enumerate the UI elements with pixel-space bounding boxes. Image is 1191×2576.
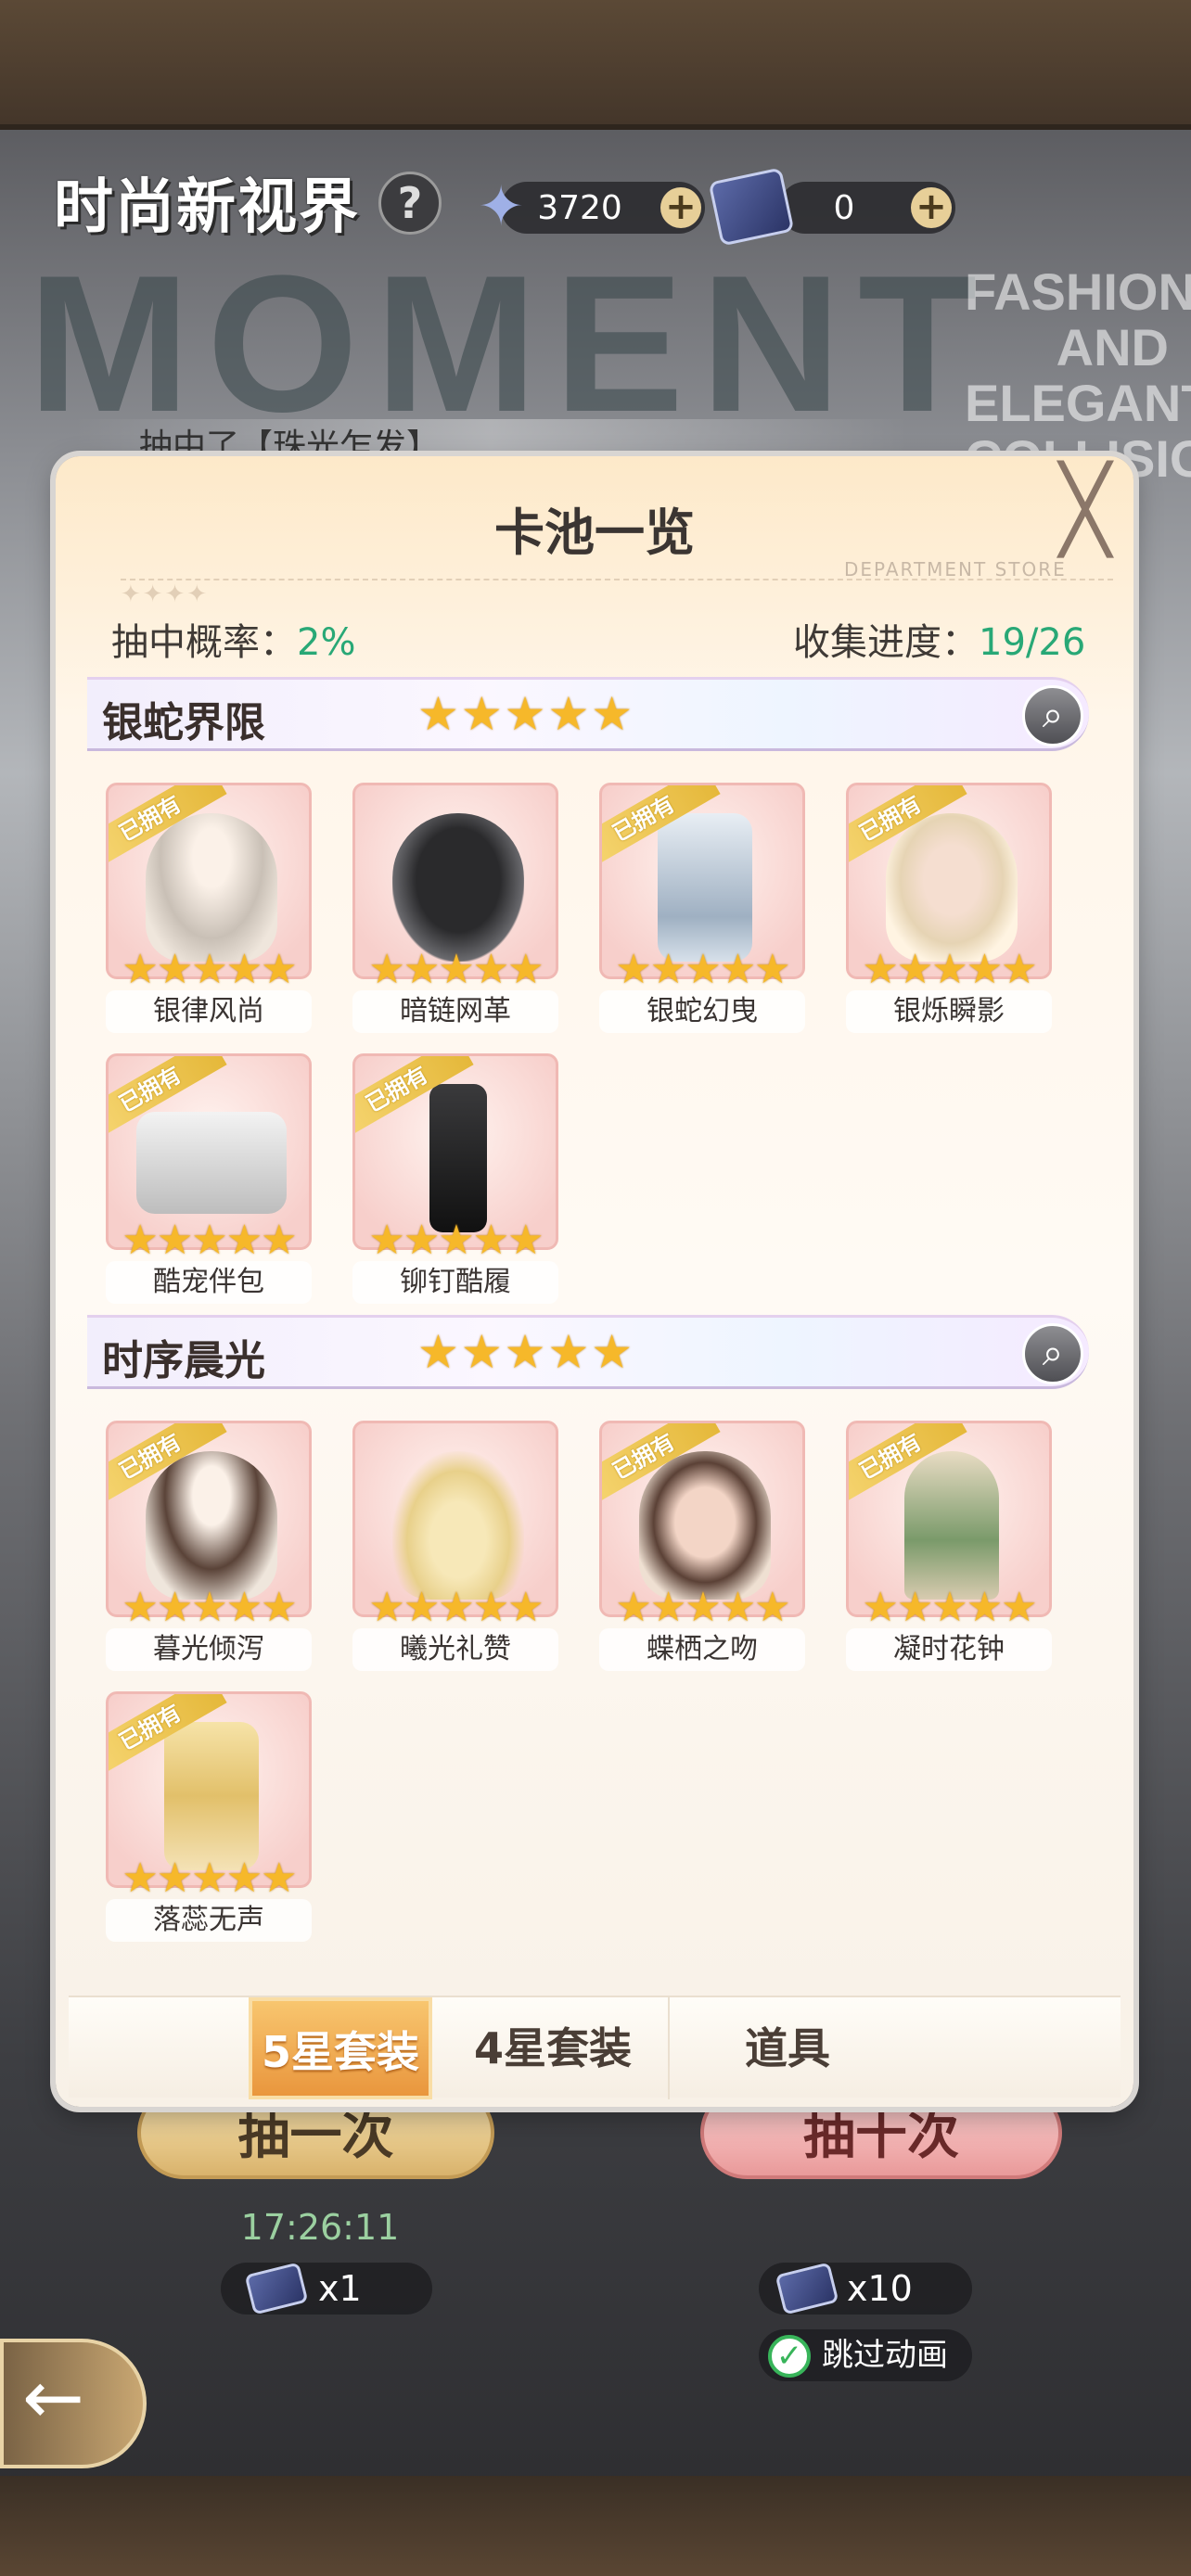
draw-rate: 抽中概率：2% <box>111 612 355 666</box>
jacket-icon <box>392 813 524 962</box>
card-name: 银律风尚 <box>106 990 312 1033</box>
star-icon: ★★★★★ <box>862 946 1037 993</box>
hair-icon <box>146 1451 277 1600</box>
card-item[interactable]: 已拥有 ★★★★★ 凝时花钟 <box>846 1421 1052 1673</box>
modal-subtitle: DEPARTMENT STORE <box>844 558 1067 580</box>
card-name: 曦光礼赞 <box>352 1628 558 1671</box>
star-icon: ★★★★★ <box>417 1325 635 1379</box>
section-title: 时序晨光 <box>102 1337 265 1384</box>
star-icon: ★★★★★ <box>615 946 790 993</box>
progress-label: 收集进度： <box>793 621 979 664</box>
card-item[interactable]: 已拥有 ★★★★★ 蝶栖之吻 <box>599 1421 805 1673</box>
diamond-decoration-icon: ✦✦✦✦ <box>121 580 210 608</box>
card-item[interactable]: ★★★★★ 暗链网革 <box>352 783 558 1035</box>
card-name: 银烁瞬影 <box>846 990 1052 1033</box>
tab-five-star-sets[interactable]: 5星套装 <box>249 1997 432 2099</box>
star-icon: ★★★★★ <box>417 687 635 741</box>
card-item[interactable]: 已拥有 ★★★★★ 银律风尚 <box>106 783 312 1035</box>
card-item[interactable]: 已拥有 ★★★★★ 铆钉酷履 <box>352 1053 558 1306</box>
boots-icon <box>429 1084 487 1232</box>
bottom-band <box>0 2476 1191 2576</box>
cost-once: x1 <box>221 2262 432 2315</box>
collection-progress: 收集进度：19/26 <box>793 612 1085 666</box>
section-title: 银蛇界限 <box>102 699 265 746</box>
card-item[interactable]: 已拥有 ★★★★★ 银蛇幻曳 <box>599 783 805 1035</box>
bg-tagline: FASHION AND ELEGANT COLLISION <box>965 262 1191 487</box>
star-icon: ★★★★★ <box>368 1584 544 1631</box>
star-icon: ★★★★★ <box>368 946 544 993</box>
cost-ten-value: x10 <box>847 2268 913 2309</box>
star-icon: ★★★★★ <box>122 1584 297 1631</box>
section-header: 银蛇界限 ★★★★★ ⌕ <box>87 677 1089 751</box>
card-name: 铆钉酷履 <box>352 1261 558 1304</box>
back-arrow-icon: ← <box>22 2354 85 2441</box>
card-name: 蝶栖之吻 <box>599 1628 805 1671</box>
ticket-count: 0 <box>833 189 855 227</box>
card-item[interactable]: 已拥有 ★★★★★ 银烁瞬影 <box>846 783 1052 1035</box>
card-item[interactable]: 已拥有 ★★★★★ 酷宠伴包 <box>106 1053 312 1306</box>
star-icon: ★★★★★ <box>862 1584 1037 1631</box>
clock-icon <box>904 1451 999 1600</box>
help-button[interactable]: ? <box>378 172 442 235</box>
cost-ten: x10 <box>759 2262 972 2315</box>
hair-icon <box>146 813 277 962</box>
modal-title: 卡池一览 <box>494 504 695 562</box>
ticket-currency: 0 + <box>779 182 955 234</box>
portrait-icon <box>886 813 1018 962</box>
card-item[interactable]: ★★★★★ 曦光礼赞 <box>352 1421 558 1673</box>
ornament-icon <box>164 1722 259 1870</box>
tab-four-star-sets[interactable]: 4星套装 <box>438 1997 670 2099</box>
magnify-icon[interactable]: ⌕ <box>1022 1323 1083 1384</box>
card-name: 暮光倾泻 <box>106 1628 312 1671</box>
portrait-icon <box>639 1451 771 1600</box>
star-icon: ★★★★★ <box>122 1855 297 1902</box>
card-name: 酷宠伴包 <box>106 1261 312 1304</box>
ticket-icon <box>244 2262 309 2315</box>
card-name: 银蛇幻曳 <box>599 990 805 1033</box>
page-title: 时尚新视界 <box>54 173 360 242</box>
bag-icon <box>136 1112 287 1214</box>
draw-rate-value: 2% <box>297 621 356 664</box>
add-ticket-button[interactable]: + <box>911 187 952 228</box>
pool-overview-modal: 卡池一览 ╳ ✦✦✦✦ DEPARTMENT STORE 抽中概率：2% 收集进… <box>56 456 1133 2107</box>
star-icon: ★★★★★ <box>122 946 297 993</box>
card-name: 凝时花钟 <box>846 1628 1052 1671</box>
dress-icon <box>392 1451 524 1600</box>
star-icon: ★★★★★ <box>615 1584 790 1631</box>
tab-items[interactable]: 道具 <box>672 1997 903 2099</box>
section-header: 时序晨光 ★★★★★ ⌕ <box>87 1315 1089 1389</box>
star-icon: ★★★★★ <box>122 1217 297 1264</box>
card-name: 暗链网革 <box>352 990 558 1033</box>
back-button[interactable]: ← <box>0 2339 147 2468</box>
add-puzzle-button[interactable]: + <box>660 187 701 228</box>
card-item[interactable]: 已拥有 ★★★★★ 暮光倾泻 <box>106 1421 312 1673</box>
check-icon[interactable]: ✓ <box>768 2335 811 2378</box>
star-icon: ★★★★★ <box>368 1217 544 1264</box>
card-item[interactable]: 已拥有 ★★★★★ 落蕊无声 <box>106 1691 312 1944</box>
card-name: 落蕊无声 <box>106 1899 312 1942</box>
cost-once-value: x1 <box>318 2268 362 2309</box>
refresh-timer: 17:26:11 <box>240 2207 400 2248</box>
ticket-icon <box>775 2262 839 2315</box>
progress-value: 19/26 <box>979 621 1086 664</box>
magnify-icon[interactable]: ⌕ <box>1022 685 1083 746</box>
puzzle-icon: ✦ <box>478 174 525 239</box>
tab-bar: 5星套装 4星套装 道具 <box>69 1996 1121 2099</box>
pants-icon <box>658 813 752 962</box>
close-icon[interactable]: ╳ <box>1044 468 1127 555</box>
top-band <box>0 0 1191 130</box>
draw-rate-label: 抽中概率： <box>111 621 297 664</box>
